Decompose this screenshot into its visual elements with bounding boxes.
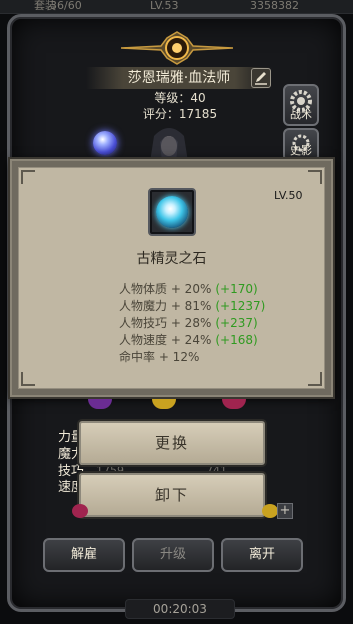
gold-amount: 3358382 — [250, 0, 299, 12]
character-score: 评分：17185 — [142, 107, 218, 121]
attribute-row: 命中率 + 12% — [119, 348, 199, 365]
attribute-text: 人物技巧 + 28% — [119, 316, 212, 330]
gem-socket[interactable] — [262, 504, 278, 518]
attribute-text: 人物魔力 + 81% — [119, 299, 212, 313]
leave-button[interactable]: 离开 — [221, 538, 303, 572]
character-name: 莎恩瑞雅·血法师 — [86, 67, 272, 89]
dismiss-button[interactable]: 解雇 — [43, 538, 125, 572]
item-icon-slot — [148, 188, 196, 236]
attribute-bonus: (+170) — [215, 282, 258, 296]
frame-corner — [21, 170, 35, 184]
attribute-row: 人物体质 + 20% (+170) — [119, 280, 258, 297]
tactics-label: 战术 — [290, 108, 312, 121]
pencil-icon — [255, 72, 267, 85]
frame-corner — [21, 372, 35, 386]
attribute-row: 人物魔力 + 81% (+1237) — [119, 297, 265, 314]
attribute-row: 人物速度 + 24% (+168) — [119, 331, 258, 348]
tactics-button[interactable]: 战术 — [283, 84, 319, 126]
character-portrait — [150, 128, 188, 162]
item-detail-popup: LV.50 古精灵之石 人物体质 + 20% (+170) 人物魔力 + 81%(… — [10, 159, 333, 397]
item-name: 古精灵之石 — [136, 251, 207, 267]
edit-name-button[interactable] — [251, 68, 271, 88]
add-slot-button[interactable]: + — [277, 503, 293, 519]
attribute-bonus: (+237) — [215, 316, 258, 330]
countdown-timer: 00:20:03 — [125, 599, 235, 619]
frame-corner — [308, 372, 322, 386]
item-level: LV.50 — [274, 189, 303, 202]
history-label: 史影 — [290, 144, 312, 157]
attribute-text: 人物速度 + 24% — [119, 333, 212, 347]
replace-button[interactable]: 更换 — [79, 421, 265, 465]
character-level: 等级：40 — [154, 91, 206, 105]
history-button[interactable]: 史影 — [283, 128, 319, 162]
spirit-stone-icon — [156, 196, 188, 228]
top-status-bar: 套装 36/60 LV.53 3358382 — [0, 0, 353, 14]
slot-count: 36/60 — [50, 0, 82, 12]
element-orb-icon — [93, 131, 117, 155]
unequip-button[interactable]: 卸下 — [79, 473, 265, 517]
attribute-text: 命中率 + 12% — [119, 350, 200, 364]
frame-corner — [308, 170, 322, 184]
attribute-row: 人物技巧 + 28% (+237) — [119, 314, 258, 331]
level-tag: LV.53 — [150, 0, 179, 12]
attribute-text: 人物体质 + 20% — [119, 282, 212, 296]
attribute-bonus: (+1237) — [215, 299, 266, 313]
upgrade-button[interactable]: 升级 — [132, 538, 214, 572]
attribute-bonus: (+168) — [215, 333, 258, 347]
gem-socket[interactable] — [72, 504, 88, 518]
crest-ornament-icon — [121, 31, 233, 65]
